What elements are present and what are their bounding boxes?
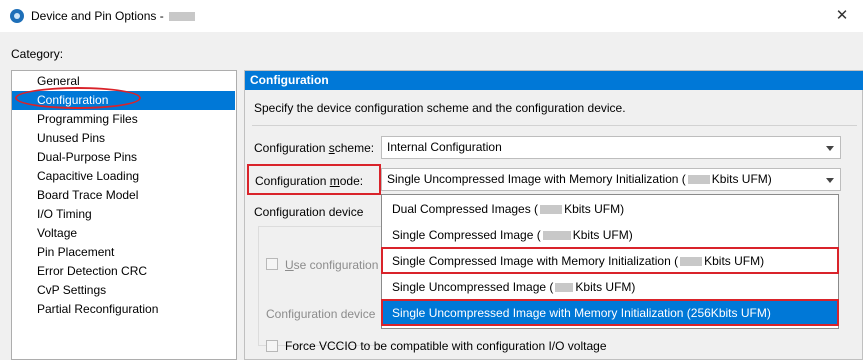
category-item-voltage[interactable]: Voltage — [12, 224, 235, 243]
redacted-text — [555, 283, 574, 293]
window-title: Device and Pin Options - — [31, 9, 197, 23]
category-item-programming-files[interactable]: Programming Files — [12, 110, 235, 129]
app-icon — [10, 9, 24, 23]
dropdown-option[interactable]: Dual Compressed Images (Kbits UFM) — [383, 196, 837, 222]
chevron-down-icon — [826, 146, 834, 151]
force-vccio-label: Force VCCIO to be compatible with config… — [285, 339, 607, 353]
category-item-error-detection-crc[interactable]: Error Detection CRC — [12, 262, 235, 281]
category-list[interactable]: General Configuration Programming Files … — [11, 70, 237, 360]
category-item-unused-pins[interactable]: Unused Pins — [12, 129, 235, 148]
annotation-box-option — [381, 299, 839, 326]
use-config-label: Use configuration — [285, 258, 379, 272]
annotation-circle — [15, 87, 141, 109]
category-item-io-timing[interactable]: I/O Timing — [12, 205, 235, 224]
config-device-group — [258, 226, 382, 346]
annotation-box-option — [381, 247, 839, 274]
redacted-text — [687, 175, 710, 185]
config-mode-label: Configuration mode: — [255, 174, 364, 188]
redacted-text — [540, 205, 563, 215]
panel-header: Configuration — [245, 71, 863, 90]
redacted-text — [169, 12, 196, 22]
category-item-pin-placement[interactable]: Pin Placement — [12, 243, 235, 262]
category-item-capacitive-loading[interactable]: Capacitive Loading — [12, 167, 235, 186]
panel-description: Specify the device configuration scheme … — [254, 101, 626, 115]
config-device-group-label: Configuration device — [254, 205, 364, 219]
config-scheme-label: Configuration scheme: — [254, 141, 375, 155]
config-mode-select[interactable]: Single Uncompressed Image with Memory In… — [381, 168, 841, 191]
category-label: Category: — [11, 47, 64, 61]
category-item-partial-reconfiguration[interactable]: Partial Reconfiguration — [12, 300, 235, 319]
config-scheme-value: Internal Configuration — [387, 140, 502, 154]
close-icon[interactable]: ✕ — [832, 6, 852, 26]
category-item-cvp-settings[interactable]: CvP Settings — [12, 281, 235, 300]
category-item-board-trace-model[interactable]: Board Trace Model — [12, 186, 235, 205]
dropdown-option[interactable]: Single Uncompressed Image (Kbits UFM) — [383, 274, 837, 300]
divider — [252, 125, 857, 126]
config-device-label: Configuration device — [266, 307, 376, 321]
category-item-dual-purpose-pins[interactable]: Dual-Purpose Pins — [12, 148, 235, 167]
config-scheme-select[interactable]: Internal Configuration — [381, 136, 841, 159]
redacted-text — [542, 231, 571, 241]
chevron-down-icon — [826, 178, 834, 183]
force-vccio-checkbox[interactable] — [266, 340, 278, 352]
use-config-checkbox[interactable] — [266, 258, 278, 270]
dropdown-option[interactable]: Single Compressed Image (Kbits UFM) — [383, 222, 837, 248]
